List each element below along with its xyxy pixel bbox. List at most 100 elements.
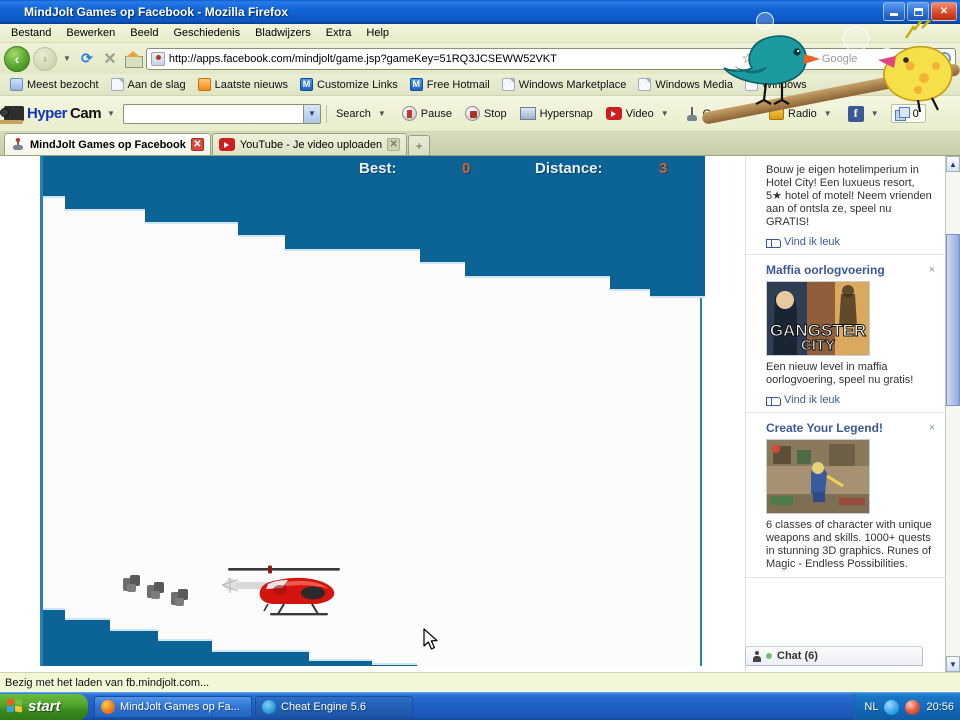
tab-youtube[interactable]: YouTube - Je video uploaden ✕ xyxy=(211,133,408,155)
menu-item-bestand[interactable]: Bestand xyxy=(4,25,58,41)
document-icon xyxy=(501,78,515,91)
notification-counter[interactable]: 0 xyxy=(890,104,926,123)
hypercam-pause-button[interactable]: Pause xyxy=(398,104,456,123)
chevron-down-icon[interactable]: ▼ xyxy=(302,104,320,123)
chevron-down-icon[interactable]: ▼ xyxy=(375,109,389,118)
menu-item-help[interactable]: Help xyxy=(359,25,396,41)
close-icon[interactable]: × xyxy=(929,264,935,276)
bookmark-windows-media[interactable]: Windows Media xyxy=(633,77,738,92)
like-button[interactable]: Vind ik leuk xyxy=(766,394,933,406)
bookmark-windows[interactable]: Windows xyxy=(740,77,812,92)
hypercam-item-label: Pause xyxy=(420,107,452,120)
hypercam-search-input[interactable]: ▼ xyxy=(122,103,321,124)
bookmark-free-hotmail[interactable]: M Free Hotmail xyxy=(405,77,495,92)
start-button[interactable]: start xyxy=(0,693,88,720)
hypercam-logo[interactable]: Hyper Cam ▼ xyxy=(0,105,118,124)
scroll-up-icon[interactable]: ▲ xyxy=(946,156,960,172)
maximize-button[interactable] xyxy=(907,2,929,21)
taskbar-item-label: MindJolt Games op Fa... xyxy=(120,700,240,713)
game-stage[interactable]: Best: 0 Distance: 3 xyxy=(40,156,705,666)
taskbar-item-firefox[interactable]: MindJolt Games op Fa... xyxy=(94,695,252,718)
pause-icon xyxy=(401,106,417,121)
navigation-toolbar: ‹ › ▼ ⟳ ✕ http://apps.facebook.com/mindj… xyxy=(0,43,960,74)
menu-item-geschiedenis[interactable]: Geschiedenis xyxy=(166,25,247,41)
stop-icon[interactable]: ✕ xyxy=(100,49,120,69)
hypercam-search-button[interactable]: Search ▼ xyxy=(332,106,393,122)
star-folder-icon xyxy=(10,78,23,91)
bookmark-star-icon[interactable]: ☆ xyxy=(742,50,755,67)
facebook-page: Best: 0 Distance: 3 Bouw je eigen hoteli… xyxy=(0,156,945,672)
back-button[interactable]: ‹ xyxy=(4,45,30,72)
firefox-icon xyxy=(101,699,115,714)
search-magnifier-icon[interactable] xyxy=(938,52,951,65)
bookmark-meest-bezocht[interactable]: Meest bezocht xyxy=(5,77,104,92)
chat-bar[interactable]: Chat (6) xyxy=(745,646,923,666)
tray-chevron-icon[interactable] xyxy=(884,699,900,715)
smoke-puff xyxy=(123,575,140,592)
hypercam-video-button[interactable]: Video ▼ xyxy=(602,105,676,122)
bubble-decoration xyxy=(843,26,869,52)
ad-image[interactable]: GANGSTER CITY xyxy=(766,281,870,356)
ad-image[interactable] xyxy=(766,439,870,514)
bookmark-label: Windows Media xyxy=(655,78,733,91)
scrollbar-thumb[interactable] xyxy=(946,234,960,406)
forward-button[interactable]: › xyxy=(33,46,57,71)
best-value: 0 xyxy=(462,160,471,177)
menu-item-bladwijzers[interactable]: Bladwijzers xyxy=(248,25,318,41)
camera-icon xyxy=(0,106,24,124)
new-tab-button[interactable]: + xyxy=(408,135,431,155)
language-indicator[interactable]: NL xyxy=(864,701,878,713)
start-label: start xyxy=(28,698,61,715)
search-engine-dropdown-icon[interactable]: ▼ xyxy=(804,54,818,63)
search-bar[interactable]: ▼ Google xyxy=(780,47,956,70)
hypercam-hypersnap-button[interactable]: Hypersnap xyxy=(516,105,597,122)
close-button[interactable]: ✕ xyxy=(931,2,957,21)
facebook-icon: f xyxy=(847,105,864,122)
ad-title[interactable]: Create Your Legend! xyxy=(766,421,933,435)
page-scrollbar[interactable]: ▲ ▼ xyxy=(945,156,960,672)
bookmark-aan-de-slag[interactable]: Aan de slag xyxy=(106,77,191,92)
menu-item-beeld[interactable]: Beeld xyxy=(123,25,165,41)
chevron-down-icon[interactable]: ▼ xyxy=(658,109,672,118)
tab-mindjolt[interactable]: MindJolt Games op Facebook ✕ xyxy=(4,133,211,155)
document-icon xyxy=(744,78,758,91)
search-input[interactable]: Google xyxy=(822,53,934,65)
hypercam-stop-button[interactable]: Stop xyxy=(461,104,511,123)
scroll-down-icon[interactable]: ▼ xyxy=(946,656,960,672)
chevron-down-icon[interactable]: ▼ xyxy=(868,109,882,118)
close-icon[interactable]: ✕ xyxy=(387,138,401,151)
history-dropdown-icon[interactable]: ▼ xyxy=(60,54,74,63)
menu-item-extra[interactable]: Extra xyxy=(319,25,359,41)
svg-text:CITY: CITY xyxy=(801,337,835,354)
ad-maffia-oorlogvoering[interactable]: × Maffia oorlogvoering GANGSTER CITY Een… xyxy=(746,255,945,413)
menu-item-bewerken[interactable]: Bewerken xyxy=(59,25,122,41)
ad-create-your-legend[interactable]: × Create Your Legend! 6 classes of chara… xyxy=(746,413,945,578)
chat-label: Chat (6) xyxy=(777,650,818,662)
home-icon[interactable] xyxy=(123,49,143,69)
bookmark-windows-marketplace[interactable]: Windows Marketplace xyxy=(497,77,632,92)
cheat-engine-icon xyxy=(262,699,276,714)
reload-icon[interactable]: ⟳ xyxy=(77,49,97,69)
url-dropdown-icon[interactable]: ▼ xyxy=(758,54,772,63)
close-icon[interactable]: × xyxy=(929,422,935,434)
taskbar-item-cheat-engine[interactable]: Cheat Engine 5.6 xyxy=(255,695,413,718)
clock[interactable]: 20:56 xyxy=(926,701,954,713)
bookmark-label: Customize Links xyxy=(317,78,398,91)
ad-title[interactable]: Maffia oorlogvoering xyxy=(766,263,933,277)
bookmark-laatste-nieuws[interactable]: Laatste nieuws xyxy=(193,77,293,92)
terrain-step xyxy=(212,650,309,666)
hypercam-facebook-button[interactable]: f ▼ xyxy=(844,104,886,124)
url-bar[interactable]: http://apps.facebook.com/mindjolt/game.j… xyxy=(145,47,777,70)
tray-app-icon[interactable] xyxy=(905,699,921,715)
windows-stack-icon xyxy=(894,107,910,121)
document-icon xyxy=(638,78,652,91)
chevron-down-icon[interactable]: ▼ xyxy=(821,109,835,118)
hypercam-dropdown-icon[interactable]: ▼ xyxy=(104,109,118,118)
ad-hotel-city[interactable]: Bouw je eigen hotelimperium in Hotel Cit… xyxy=(746,156,945,255)
bookmark-customize-links[interactable]: M Customize Links xyxy=(295,77,403,92)
minimize-button[interactable] xyxy=(883,2,905,21)
system-tray: NL 20:56 xyxy=(854,693,960,720)
like-button[interactable]: Vind ik leuk xyxy=(766,236,933,248)
joystick-icon xyxy=(685,106,699,121)
close-icon[interactable]: ✕ xyxy=(190,138,204,151)
